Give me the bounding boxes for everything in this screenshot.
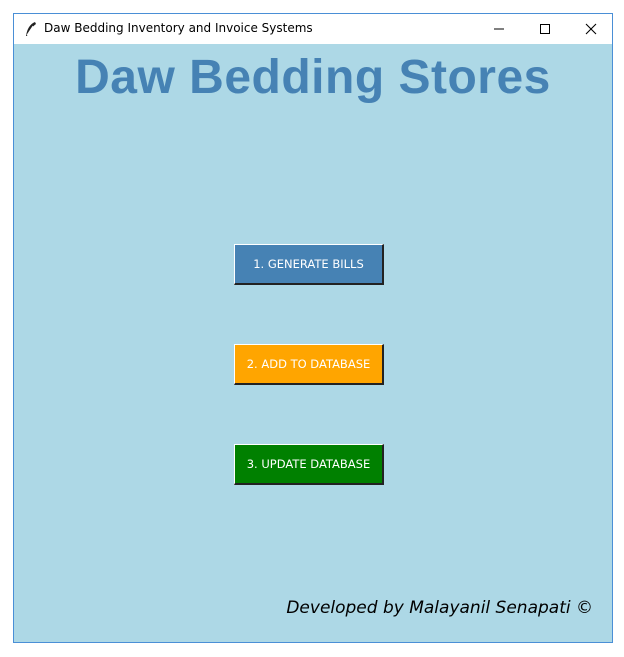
developer-credit: Developed by Malayanil Senapati © (286, 598, 593, 618)
maximize-button[interactable] (522, 14, 568, 44)
store-heading: Daw Bedding Stores (75, 51, 551, 104)
minimize-icon (493, 20, 505, 39)
maximize-icon (539, 20, 551, 39)
add-to-database-button[interactable]: 2. ADD TO DATABASE (234, 344, 384, 385)
close-button[interactable] (568, 14, 612, 44)
window-title: Daw Bedding Inventory and Invoice System… (44, 21, 313, 35)
update-database-button[interactable]: 3. UPDATE DATABASE (234, 444, 384, 485)
minimize-button[interactable] (476, 14, 522, 44)
close-icon (585, 20, 597, 39)
main-panel: Daw Bedding Stores 1. GENERATE BILLS 2. … (14, 44, 612, 642)
generate-bills-button[interactable]: 1. GENERATE BILLS (234, 244, 384, 285)
title-bar[interactable]: Daw Bedding Inventory and Invoice System… (14, 14, 612, 44)
feather-icon (24, 21, 38, 37)
app-window: Daw Bedding Inventory and Invoice System… (13, 13, 613, 643)
